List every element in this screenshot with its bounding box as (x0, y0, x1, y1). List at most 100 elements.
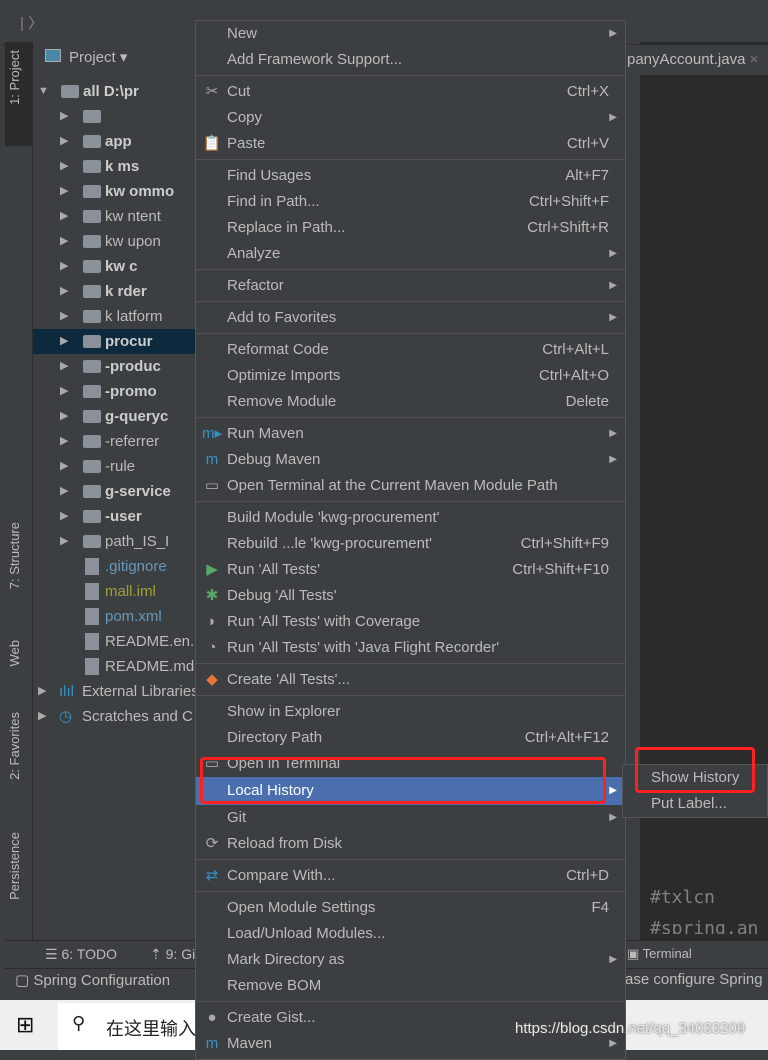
menu-item-find-in-path[interactable]: Find in Path... Ctrl+Shift+F (196, 189, 625, 215)
tree-item[interactable]: ▶ app (33, 129, 203, 154)
expand-right-icon[interactable]: ▶ (60, 454, 68, 479)
expand-right-icon[interactable]: ▶ (60, 404, 68, 429)
tree-item[interactable]: ▶ procur (33, 329, 203, 354)
tree-item[interactable]: ▶ kw ommo (33, 179, 203, 204)
menu-item-label: Copy (227, 109, 263, 126)
menu-item-git[interactable]: Git ▶ (196, 805, 625, 831)
tree-item[interactable]: ▶ (33, 104, 203, 129)
menu-item-add-to-favorites[interactable]: Add to Favorites ▶ (196, 305, 625, 331)
tree-item-external-libraries[interactable]: ▶ ılıl External Libraries (33, 679, 203, 704)
file-item[interactable]: pom.xml (33, 604, 203, 629)
menu-item-debug-all-tests[interactable]: ✱ Debug 'All Tests' (196, 583, 625, 609)
tree-item[interactable]: ▶ kw c (33, 254, 203, 279)
menu-item-replace-in-path[interactable]: Replace in Path... Ctrl+Shift+R (196, 215, 625, 241)
file-item[interactable]: .gitignore (33, 554, 203, 579)
tree-item[interactable]: ▶ -user (33, 504, 203, 529)
tool-tab-persistence[interactable]: Persistence (7, 832, 22, 900)
menu-item-run-all-tests-with-coverage[interactable]: ◗ Run 'All Tests' with Coverage (196, 609, 625, 635)
menu-item-run-all-tests[interactable]: ▶ Run 'All Tests' Ctrl+Shift+F10 (196, 557, 625, 583)
file-item[interactable]: README.md (33, 654, 203, 679)
expand-right-icon[interactable]: ▶ (60, 429, 68, 454)
tree-item-scratches[interactable]: ▶ ◷ Scratches and C (33, 704, 203, 729)
menu-item-load-unload-modules[interactable]: Load/Unload Modules... (196, 921, 625, 947)
tree-item[interactable]: ▶ k latform (33, 304, 203, 329)
expand-right-icon[interactable]: ▶ (60, 504, 68, 529)
menu-item-refactor[interactable]: Refactor ▶ (196, 273, 625, 299)
expand-right-icon[interactable]: ▶ (60, 304, 68, 329)
windows-start-icon[interactable]: ⊞ (16, 1012, 34, 1038)
menu-item-copy[interactable]: Copy ▶ (196, 105, 625, 131)
tab-todo[interactable]: ☰ 6: TODO (45, 946, 117, 963)
expand-down-icon[interactable]: ▼ (38, 79, 49, 104)
expand-right-icon[interactable]: ▶ (60, 354, 68, 379)
expand-right-icon[interactable]: ▶ (60, 179, 68, 204)
tree-item[interactable]: ▶ kw ntent (33, 204, 203, 229)
expand-right-icon[interactable]: ▶ (60, 254, 68, 279)
menu-item-open-module-settings[interactable]: Open Module Settings F4 (196, 895, 625, 921)
tree-item[interactable]: ▶ path_IS_I (33, 529, 203, 554)
tree-item[interactable]: ▶ -rule (33, 454, 203, 479)
file-item[interactable]: mall.iml (33, 579, 203, 604)
tree-item[interactable]: ▶ -produc (33, 354, 203, 379)
menu-item-run-maven[interactable]: m▸ Run Maven ▶ (196, 421, 625, 447)
menu-item-add-framework-support[interactable]: Add Framework Support... (196, 47, 625, 73)
expand-right-icon[interactable]: ▶ (60, 154, 68, 179)
expand-right-icon[interactable]: ▶ (60, 279, 68, 304)
tree-item[interactable]: ▶ kw upon (33, 229, 203, 254)
menu-item-compare-with[interactable]: ⇄ Compare With... Ctrl+D (196, 863, 625, 889)
menu-item-remove-bom[interactable]: Remove BOM (196, 973, 625, 999)
editor-tab[interactable]: panyAccount.java × (625, 45, 768, 75)
tool-tab-favorites[interactable]: 2: Favorites (7, 712, 22, 780)
tree-item[interactable]: ▼ all D:\pr (33, 79, 203, 104)
menu-item-reload-from-disk[interactable]: ⟳ Reload from Disk (196, 831, 625, 857)
project-view-selector[interactable]: Project ▾ (45, 48, 127, 66)
menu-item-debug-maven[interactable]: m Debug Maven ▶ (196, 447, 625, 473)
menu-item-cut[interactable]: ✂ Cut Ctrl+X (196, 79, 625, 105)
close-icon[interactable]: × (750, 51, 759, 68)
expand-right-icon[interactable]: ▶ (60, 479, 68, 504)
expand-right-icon[interactable]: ▶ (60, 529, 68, 554)
expand-right-icon[interactable]: ▶ (60, 204, 68, 229)
tree-item[interactable]: ▶ k ms (33, 154, 203, 179)
tree-item[interactable]: ▶ -promo (33, 379, 203, 404)
menu-item-directory-path[interactable]: Directory Path Ctrl+Alt+F12 (196, 725, 625, 751)
tool-tab-project[interactable]: 1: Project (5, 42, 33, 146)
menu-item-build-module-kwg-procurement[interactable]: Build Module 'kwg-procurement' (196, 505, 625, 531)
project-panel: ▼ all D:\pr ▶ ▶ app ▶ k ms ▶ kw ommo ▶ kw ntent ▶ kw… (33, 42, 203, 942)
expand-right-icon[interactable]: ▶ (38, 704, 46, 729)
menu-item-optimize-imports[interactable]: Optimize Imports Ctrl+Alt+O (196, 363, 625, 389)
menu-item-run-all-tests-with-java-flight-recorder[interactable]: ◔ Run 'All Tests' with 'Java Flight Recor… (196, 635, 625, 661)
expand-right-icon[interactable]: ▶ (60, 104, 68, 129)
tree-item[interactable]: ▶ -referrer (33, 429, 203, 454)
tab-terminal[interactable]: ▣ Terminal (627, 946, 692, 962)
expand-right-icon[interactable]: ▶ (60, 129, 68, 154)
menu-item-rebuild-le-kwg-procurement[interactable]: Rebuild ...le 'kwg-procurement' Ctrl+Shif… (196, 531, 625, 557)
expand-right-icon[interactable]: ▶ (60, 379, 68, 404)
menu-item-paste[interactable]: 📋 Paste Ctrl+V (196, 131, 625, 157)
tree-item[interactable]: ▶ g-service (33, 479, 203, 504)
taskbar-search[interactable]: ⚲ 在这里输入 (58, 1003, 198, 1050)
menu-item-remove-module[interactable]: Remove Module Delete (196, 389, 625, 415)
submenu-arrow-icon: ▶ (609, 312, 617, 323)
tab-git[interactable]: ⇡ 9: Gi (150, 946, 195, 963)
tool-tab-structure[interactable]: 7: Structure (7, 522, 22, 589)
menu-item-mark-directory-as[interactable]: Mark Directory as ▶ (196, 947, 625, 973)
status-message[interactable]: ▢ Spring Configuration (15, 971, 170, 989)
menu-item-show-in-explorer[interactable]: Show in Explorer (196, 699, 625, 725)
menu-item-open-terminal-at-the-current-maven-module-path[interactable]: ▭ Open Terminal at the Current Maven Modu… (196, 473, 625, 499)
expand-right-icon[interactable]: ▶ (60, 329, 68, 354)
tree-item[interactable]: ▶ k rder (33, 279, 203, 304)
menu-item-reformat-code[interactable]: Reformat Code Ctrl+Alt+L (196, 337, 625, 363)
file-item[interactable]: README.en. (33, 629, 203, 654)
menu-item-new[interactable]: New ▶ (196, 21, 625, 47)
expand-right-icon[interactable]: ▶ (60, 229, 68, 254)
expand-right-icon[interactable]: ▶ (38, 679, 46, 704)
tree-item[interactable]: ▶ g-queryc (33, 404, 203, 429)
submenu-item-put-label[interactable]: Put Label... (623, 791, 767, 817)
menu-item-find-usages[interactable]: Find Usages Alt+F7 (196, 163, 625, 189)
menu-item-analyze[interactable]: Analyze ▶ (196, 241, 625, 267)
tool-tab-web[interactable]: Web (7, 640, 22, 667)
breadcrumb[interactable]: | 〉 (20, 12, 43, 33)
menu-item-create-all-tests[interactable]: ◆ Create 'All Tests'... (196, 667, 625, 693)
menu-item-label: Add to Favorites (227, 309, 337, 326)
